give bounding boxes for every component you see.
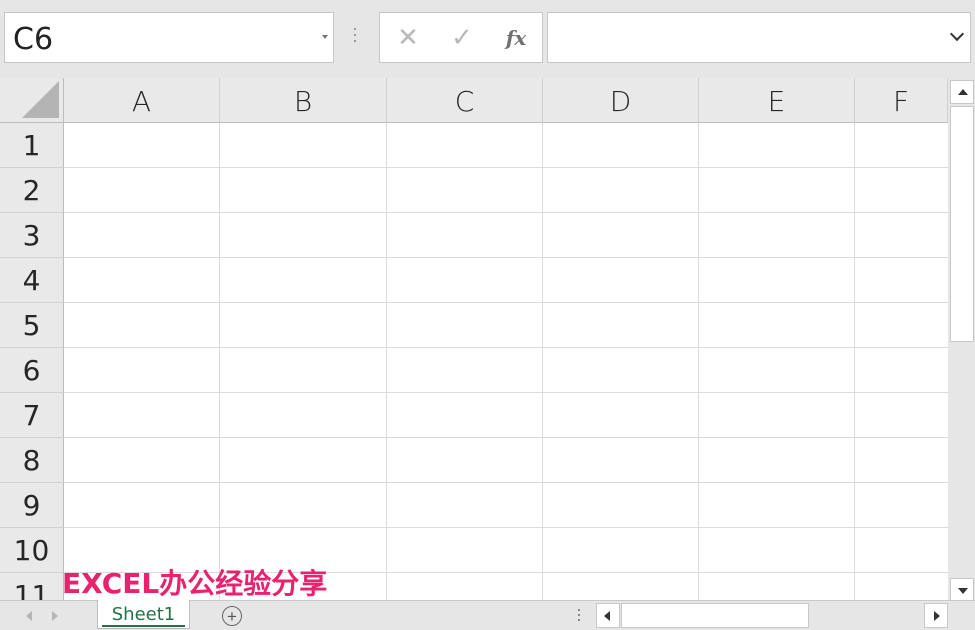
column-gridline [386,123,387,600]
previous-sheet-arrow-icon[interactable] [26,611,32,621]
row-gridline [64,437,948,438]
formula-bar-grip-icon[interactable] [354,28,357,44]
row-header-1[interactable]: 1 [0,123,64,168]
column-gridline [854,123,855,600]
row-header-10[interactable]: 10 [0,528,64,573]
watermark: EXCEL办公经验分享 [62,567,328,600]
scroll-down-arrow-icon[interactable] [950,578,974,602]
row-header-3[interactable]: 3 [0,213,64,258]
row-gridline [64,527,948,528]
cancel-entry-button[interactable]: ✕ [388,13,428,62]
row-header-2[interactable]: 2 [0,168,64,213]
select-all-button[interactable] [0,78,64,123]
add-sheet-plus-icon[interactable]: + [222,606,242,626]
scroll-right-arrow-icon[interactable] [924,603,948,628]
sheet-tab-bar: Sheet1 + [0,600,975,630]
row-header-4[interactable]: 4 [0,258,64,303]
formula-bar: C6 ✕ ✓ fx [0,0,975,75]
column-header-a[interactable]: A [64,78,220,123]
column-gridline [542,123,543,600]
scroll-left-arrow-icon[interactable] [596,603,620,628]
row-gridline [64,257,948,258]
horizontal-scrollbar[interactable] [596,603,949,628]
select-all-triangle-icon [22,81,59,118]
insert-function-button[interactable]: fx [496,13,536,62]
column-gridline [698,123,699,600]
vertical-scroll-thumb[interactable] [950,106,974,342]
tab-split-grip-icon[interactable] [578,609,581,625]
confirm-entry-button[interactable]: ✓ [442,13,482,62]
scroll-up-arrow-icon[interactable] [950,80,974,104]
name-box-value: C6 [13,22,54,57]
row-gridline [64,212,948,213]
row-header-9[interactable]: 9 [0,483,64,528]
column-header-f[interactable]: F [855,78,948,123]
row-gridline [64,392,948,393]
name-box[interactable]: C6 [4,12,334,63]
column-header-e[interactable]: E [699,78,855,123]
column-header-d[interactable]: D [543,78,699,123]
row-header-8[interactable]: 8 [0,438,64,483]
row-gridline [64,347,948,348]
row-header-5[interactable]: 5 [0,303,64,348]
spreadsheet-grid[interactable]: ABCDEF 1 2 3 4 5 6 7 8 9 10 11 [0,78,948,600]
vertical-scrollbar[interactable] [949,78,975,604]
row-gridline [64,302,948,303]
column-header-b[interactable]: B [220,78,387,123]
expand-formula-bar-chevron-down-icon[interactable] [949,26,965,42]
row-gridline [64,482,948,483]
column-header-c[interactable]: C [387,78,543,123]
name-box-dropdown-icon[interactable] [322,35,328,39]
formula-actions: ✕ ✓ fx [379,12,543,63]
formula-input[interactable] [547,12,971,63]
column-gridline [219,123,220,600]
sheet-tab-sheet1[interactable]: Sheet1 [97,600,190,629]
row-header-11[interactable]: 11 [0,573,64,600]
row-header-6[interactable]: 6 [0,348,64,393]
row-gridline [64,167,948,168]
horizontal-scroll-thumb[interactable] [621,603,809,628]
next-sheet-arrow-icon[interactable] [52,611,58,621]
row-header-7[interactable]: 7 [0,393,64,438]
